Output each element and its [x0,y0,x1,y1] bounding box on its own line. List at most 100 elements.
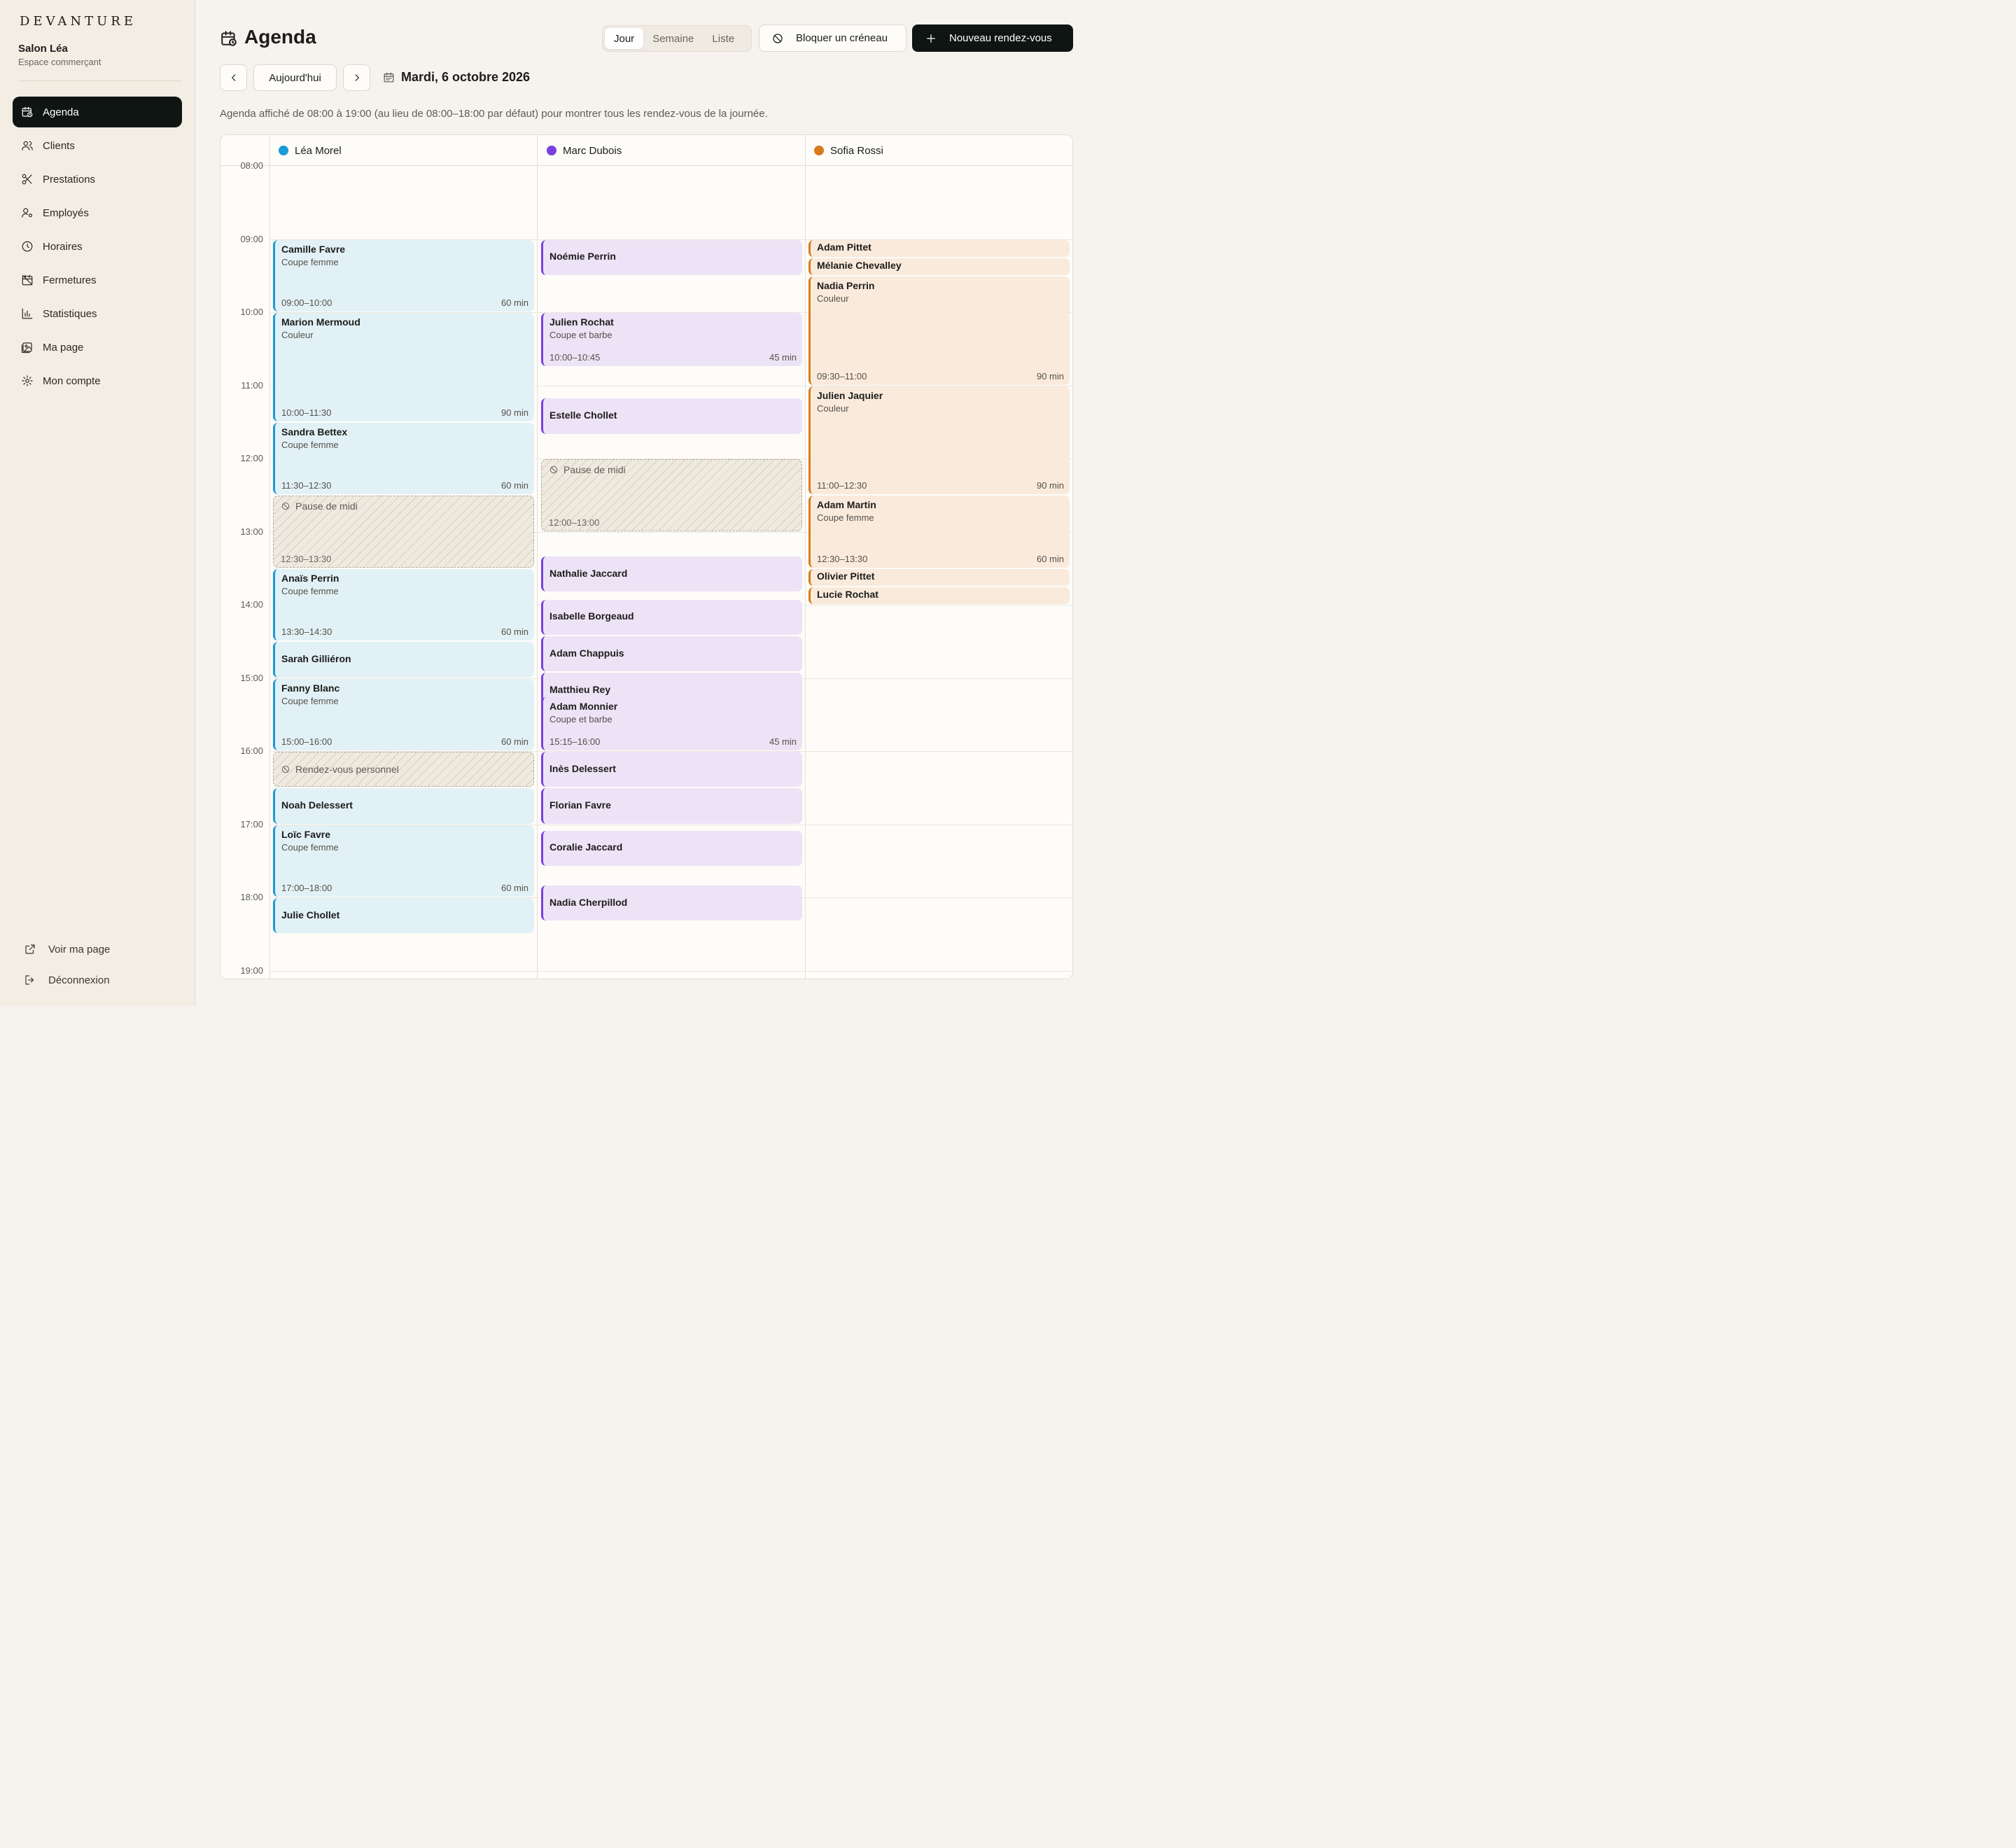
ban-icon [773,33,783,43]
client-name: Anaïs Perrin [281,572,340,584]
appointment-card[interactable]: Marion Mermoud Couleur 10:00–11:30 90 min [273,313,534,421]
logout-icon [25,975,34,985]
appointment-card[interactable]: Julien Rochat Coupe et barbe 10:00–10:45 45… [541,313,802,367]
sidebar-item-mon-compte[interactable]: Mon compte [13,365,182,396]
time-label: 12:00 [240,453,263,463]
appointment-card[interactable]: Adam Monnier Coupe et barbe 15:15–16:00 45 … [541,696,802,750]
appointment-card[interactable]: Fanny Blanc Coupe femme 15:00–16:00 60 min [273,678,534,750]
blocked-slot[interactable]: Rendez-vous personnel [273,752,534,788]
service-name: Coupe femme [817,512,874,524]
blocked-slot-time: 12:30–13:30 [281,553,332,564]
user-cog-icon [22,208,32,218]
time-label: 17:00 [240,818,263,830]
appointment-duration: 60 min [500,883,528,893]
blocked-slot[interactable]: Pause de midi 12:00–13:00 [541,459,802,531]
appointment-card[interactable]: Nadia Cherpillod [541,886,802,921]
appointment-card[interactable]: Sarah Gilliéron [273,642,534,678]
sidebar-item-prestations[interactable]: Prestations [13,164,182,195]
today-button[interactable]: Aujourd'hui [253,64,337,91]
blocked-slot[interactable]: Pause de midi 12:30–13:30 [273,496,534,568]
view-page-label: Voir ma page [48,943,111,955]
logout-link[interactable]: Déconnexion [18,966,182,994]
client-name: Adam Pittet [817,241,872,253]
next-day-button[interactable] [343,64,370,91]
appointment-card[interactable]: Nadia Perrin Couleur 09:30–11:00 90 min [808,276,1070,385]
sidebar-item-agenda[interactable]: Agenda [13,97,182,127]
appointment-card[interactable]: Loïc Favre Coupe femme 17:00–18:00 60 min [273,825,534,897]
appointment-time: 10:00–10:45 [550,352,601,363]
view-tab-liste[interactable]: Liste [703,28,743,49]
time-label: 13:00 [240,526,263,537]
service-name: Coupe femme [281,695,339,706]
time-label: 08:00 [240,160,263,171]
block-slot-button[interactable]: Bloquer un créneau [759,24,906,52]
blocked-slot-label: Rendez-vous personnel [281,764,399,775]
appointment-card[interactable]: Anaïs Perrin Coupe femme 13:30–14:30 60 min [273,568,534,641]
appointment-time: 17:00–18:00 [281,883,332,893]
staff-color-dot [279,146,288,155]
appointment-card[interactable]: Adam Martin Coupe femme 12:30–13:30 60 min [808,496,1070,568]
time-label: 11:00 [241,379,263,391]
appointment-card[interactable]: Adam Pittet [808,239,1070,257]
appointment-card[interactable]: Sandra Bettex Coupe femme 11:30–12:30 60 mi… [273,422,534,495]
staff-name: Léa Morel [295,144,342,157]
appointment-card[interactable]: Olivier Pittet [808,568,1070,586]
appointment-duration: 90 min [1036,480,1064,491]
client-name: Coralie Jaccard [550,841,623,853]
appointment-card[interactable]: Coralie Jaccard [541,830,802,867]
appointment-duration: 60 min [1036,553,1064,564]
sidebar-item-ma-page[interactable]: Ma page [13,332,182,363]
calendar-off-icon [22,274,33,286]
view-switcher: Jour Semaine Liste [602,25,752,52]
client-name: Noah Delessert [281,799,353,811]
sidebar-item-statistiques[interactable]: Statistiques [13,298,182,329]
image-page-icon [21,342,32,354]
appointment-duration: 45 min [769,736,797,747]
view-tab-semaine[interactable]: Semaine [643,28,703,49]
new-appointment-button[interactable]: Nouveau rendez-vous [912,24,1073,52]
sidebar-item-horaires[interactable]: Horaires [13,231,182,262]
service-name: Coupe femme [281,439,339,450]
appointment-card[interactable]: Julien Jaquier Couleur 11:00–12:30 90 min [808,386,1070,495]
sidebar-item-clients[interactable]: Clients [13,130,182,161]
bar-chart-icon [22,308,33,319]
chevron-right-icon [355,74,359,81]
block-slot-label: Bloquer un créneau [796,32,888,44]
staff-header-marc: Marc Dubois [538,135,806,166]
appointment-card[interactable]: Lucie Rochat [808,587,1070,604]
sidebar: DEVANTURE Salon Léa Espace commerçant Ag… [0,0,195,1006]
sidebar-item-employes[interactable]: Employés [13,197,182,228]
appointment-card[interactable]: Isabelle Borgeaud [541,599,802,635]
appointment-card[interactable]: Julie Chollet [273,898,534,934]
appointment-card[interactable]: Mélanie Chevalley [808,258,1070,275]
appointment-card[interactable]: Florian Favre [541,788,802,824]
appointment-duration: 60 min [500,480,528,491]
appointment-card[interactable]: Adam Chappuis [541,636,802,672]
service-name: Couleur [281,330,314,340]
appointment-card[interactable]: Noah Delessert [273,788,534,824]
appointment-card[interactable]: Noémie Perrin [541,239,802,275]
prev-day-button[interactable] [220,64,247,91]
appointment-time: 13:30–14:30 [281,626,332,638]
page-title: Agenda [244,26,316,48]
client-name: Olivier Pittet [817,570,875,582]
sidebar-item-label: Fermetures [43,274,97,286]
hour-gridline [270,970,1072,972]
blocked-slot-label: Pause de midi [281,500,358,512]
view-tab-jour[interactable]: Jour [605,28,644,49]
sidebar-item-fermetures[interactable]: Fermetures [13,265,182,295]
appointment-card[interactable]: Estelle Chollet [541,398,802,434]
sidebar-item-label: Ma page [43,341,84,354]
view-page-link[interactable]: Voir ma page [18,935,182,963]
client-name: Sarah Gilliéron [281,652,351,664]
service-name: Coupe femme [281,841,339,853]
appointment-card[interactable]: Camille Favre Coupe femme 09:00–10:00 60 mi… [273,239,534,312]
service-name: Coupe femme [281,256,339,267]
client-name: Nadia Perrin [817,279,875,291]
gear-icon [22,375,33,386]
appointment-card[interactable]: Nathalie Jaccard [541,556,802,592]
time-label: 09:00 [240,233,263,244]
time-label: 16:00 [240,746,263,756]
sidebar-item-label: Prestations [43,173,96,186]
appointment-card[interactable]: Inès Delessert [541,752,802,788]
